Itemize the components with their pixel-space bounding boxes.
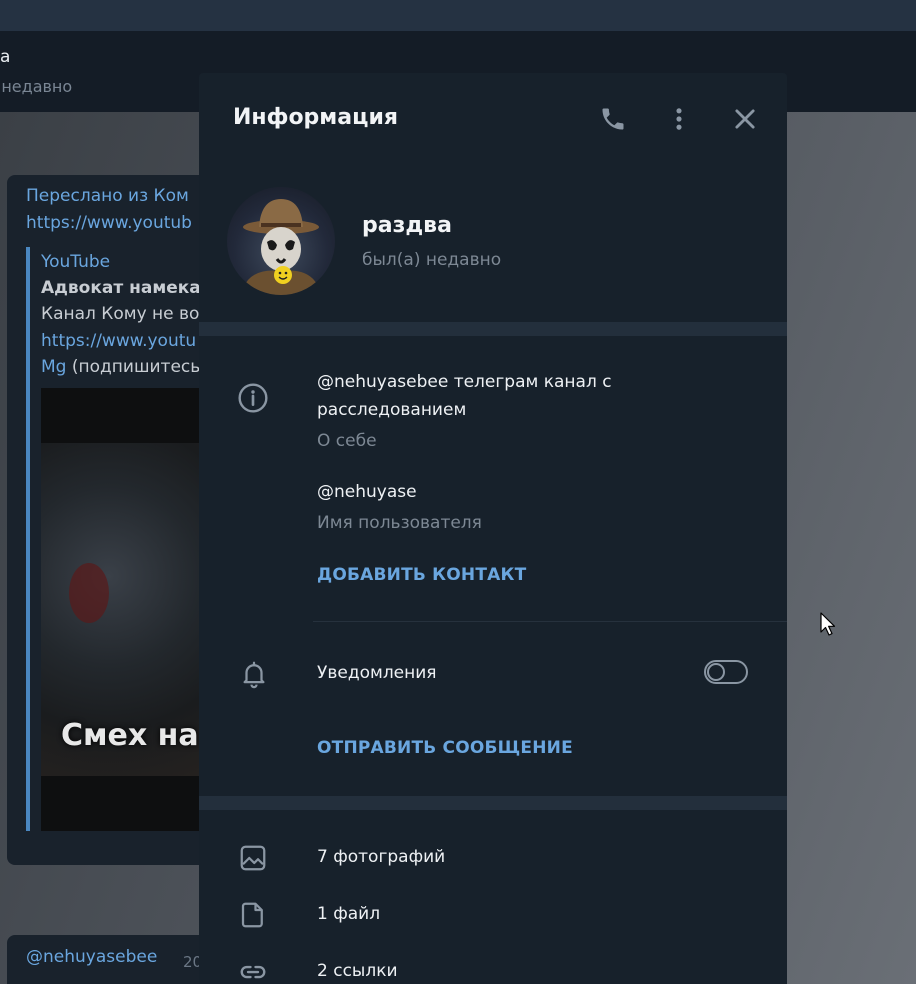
- chat-status: ) недавно: [0, 77, 73, 96]
- add-contact-button[interactable]: ДОБАВИТЬ КОНТАКТ: [317, 565, 526, 585]
- close-icon: [735, 109, 755, 129]
- close-button[interactable]: [727, 101, 763, 137]
- photos-link[interactable]: 7 фотографий: [317, 847, 445, 867]
- preview-link-end[interactable]: Mg: [41, 357, 66, 377]
- more-button[interactable]: [661, 101, 697, 137]
- message-link[interactable]: https://www.youtub: [26, 213, 192, 233]
- profile-name: раздва: [362, 213, 452, 238]
- thumbnail-caption: Смех на: [61, 718, 199, 753]
- notifications-label: Уведомления: [317, 663, 437, 683]
- preview-link[interactable]: https://www.youtu: [41, 331, 196, 351]
- window-top-bar: [0, 0, 916, 31]
- info-panel: Информация раздва был(а) недавно @nehuya…: [199, 73, 787, 984]
- bio-line-1: @nehuyasebee телеграм канал с: [317, 372, 612, 392]
- files-link[interactable]: 1 файл: [317, 904, 380, 924]
- preview-link-line: Mg (подпишитесь: [41, 357, 200, 377]
- link-icon: [236, 955, 270, 984]
- notifications-toggle[interactable]: [704, 660, 748, 684]
- preview-description: Канал Кому не во: [41, 304, 200, 324]
- preview-site-name: YouTube: [41, 252, 111, 272]
- preview-description-end: (подпишитесь: [66, 357, 201, 377]
- photo-icon: [236, 841, 270, 875]
- username-label: Имя пользователя: [317, 513, 482, 533]
- preview-title: Адвокат намека: [41, 278, 201, 298]
- section-separator: [199, 796, 787, 810]
- send-message-button[interactable]: ОТПРАВИТЬ СООБЩЕНИЕ: [317, 738, 573, 758]
- info-icon: [236, 381, 270, 415]
- bell-icon: [237, 657, 271, 691]
- profile-status: был(а) недавно: [362, 250, 502, 270]
- link-preview-bar: [26, 247, 30, 831]
- bio-line-2: расследованием: [317, 400, 467, 420]
- links-link[interactable]: 2 ссылки: [317, 961, 398, 981]
- avatar[interactable]: [227, 187, 335, 295]
- file-icon: [236, 898, 270, 932]
- section-separator: [199, 322, 787, 336]
- forwarded-from-label[interactable]: Переслано из Ком: [26, 186, 189, 206]
- message-username-link[interactable]: @nehuyasebee: [26, 947, 157, 967]
- toggle-knob: [707, 663, 725, 681]
- mouse-cursor-icon: [820, 612, 836, 636]
- more-vertical-icon: [676, 108, 682, 130]
- divider: [313, 621, 787, 622]
- bio-label: О себе: [317, 431, 377, 451]
- chat-title: ва: [0, 47, 11, 67]
- panel-title: Информация: [233, 105, 398, 130]
- phone-icon: [602, 108, 624, 130]
- avatar-image: [241, 199, 321, 295]
- username-value[interactable]: @nehuyase: [317, 482, 417, 502]
- call-button[interactable]: [595, 101, 631, 137]
